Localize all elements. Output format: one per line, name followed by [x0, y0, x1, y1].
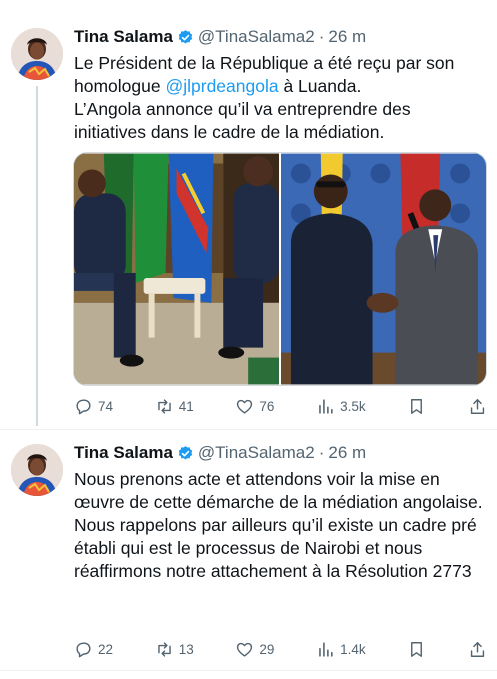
like-icon: [237, 399, 253, 414]
avatar[interactable]: [11, 28, 63, 80]
views-count: 3.5k: [340, 398, 366, 414]
tweet-2[interactable]: Tina Salama @TinaSalama2 · 26 m Nous preno…: [0, 430, 497, 679]
separator-dot: ·: [318, 443, 325, 462]
tweet-paragraph-2: L’Angola annonce qu’il va entreprendre d…: [74, 99, 411, 142]
bookmark-icon: [411, 641, 423, 657]
reply-icon: [76, 398, 91, 414]
avatar-image: [11, 28, 63, 80]
tweet-text: Nous prenons acte et attendons voir la m…: [74, 468, 484, 583]
mention-link[interactable]: @jlprdeangola: [165, 76, 278, 96]
thread-line: [36, 86, 38, 426]
author-name[interactable]: Tina Salama: [74, 443, 173, 463]
like-count: 76: [259, 398, 275, 414]
tweet-header: Tina Salama @TinaSalama2 · 26 m: [74, 443, 366, 463]
reply-button[interactable]: 22: [74, 640, 113, 659]
timestamp[interactable]: 26 m: [328, 443, 366, 463]
media-photo-1[interactable]: [74, 153, 279, 385]
tweet-media[interactable]: [73, 152, 487, 386]
bookmark-button[interactable]: [407, 397, 426, 416]
avatar-image: [11, 444, 63, 496]
verified-badge-icon: [178, 445, 193, 460]
share-button[interactable]: [468, 397, 487, 416]
author-name[interactable]: Tina Salama: [74, 27, 173, 47]
bookmark-icon: [411, 398, 423, 414]
share-icon: [470, 641, 485, 657]
reply-icon: [76, 641, 91, 657]
like-button[interactable]: 29: [235, 640, 274, 659]
share-icon: [470, 398, 485, 414]
views-count: 1.4k: [340, 641, 366, 657]
views-icon: [319, 398, 333, 414]
media-photo-2[interactable]: [281, 153, 486, 385]
tweet-paragraph-1: Le Président de la République a été reçu…: [74, 52, 484, 98]
like-button[interactable]: 76: [235, 397, 274, 416]
tweet-paragraph-2: Nous rappelons par ailleurs qu’il existe…: [74, 515, 477, 581]
repost-count: 41: [178, 398, 194, 414]
like-count: 29: [259, 641, 275, 657]
views-button[interactable]: 3.5k: [316, 397, 366, 416]
tweet-actions: 74 41 76 3.5k: [74, 394, 487, 418]
repost-button[interactable]: 13: [155, 640, 194, 659]
author-handle[interactable]: @TinaSalama2: [198, 443, 315, 463]
text-segment: à Luanda.: [278, 76, 362, 96]
like-icon: [237, 642, 253, 657]
reply-button[interactable]: 74: [74, 397, 113, 416]
repost-count: 13: [178, 641, 194, 657]
tweet-1[interactable]: Tina Salama @TinaSalama2 · 26 m Le Préside…: [0, 0, 497, 430]
avatar[interactable]: [11, 444, 63, 496]
reply-count: 22: [98, 641, 114, 657]
repost-icon: [157, 398, 171, 414]
verified-badge-icon: [178, 29, 193, 44]
views-icon: [319, 641, 333, 657]
timestamp[interactable]: 26 m: [328, 27, 366, 47]
repost-button[interactable]: 41: [155, 397, 194, 416]
share-button[interactable]: [468, 640, 487, 659]
author-handle[interactable]: @TinaSalama2: [198, 27, 315, 47]
tweet-header: Tina Salama @TinaSalama2 · 26 m: [74, 27, 366, 47]
tweet-text: Le Président de la République a été reçu…: [74, 52, 484, 144]
feed-divider: [0, 670, 497, 671]
separator-dot: ·: [318, 27, 325, 46]
views-button[interactable]: 1.4k: [316, 640, 366, 659]
tweet-actions: 22 13 29 1.4k: [74, 637, 487, 661]
reply-count: 74: [98, 398, 114, 414]
repost-icon: [157, 641, 171, 657]
tweet-paragraph-1: Nous prenons acte et attendons voir la m…: [74, 469, 483, 512]
bookmark-button[interactable]: [407, 640, 426, 659]
